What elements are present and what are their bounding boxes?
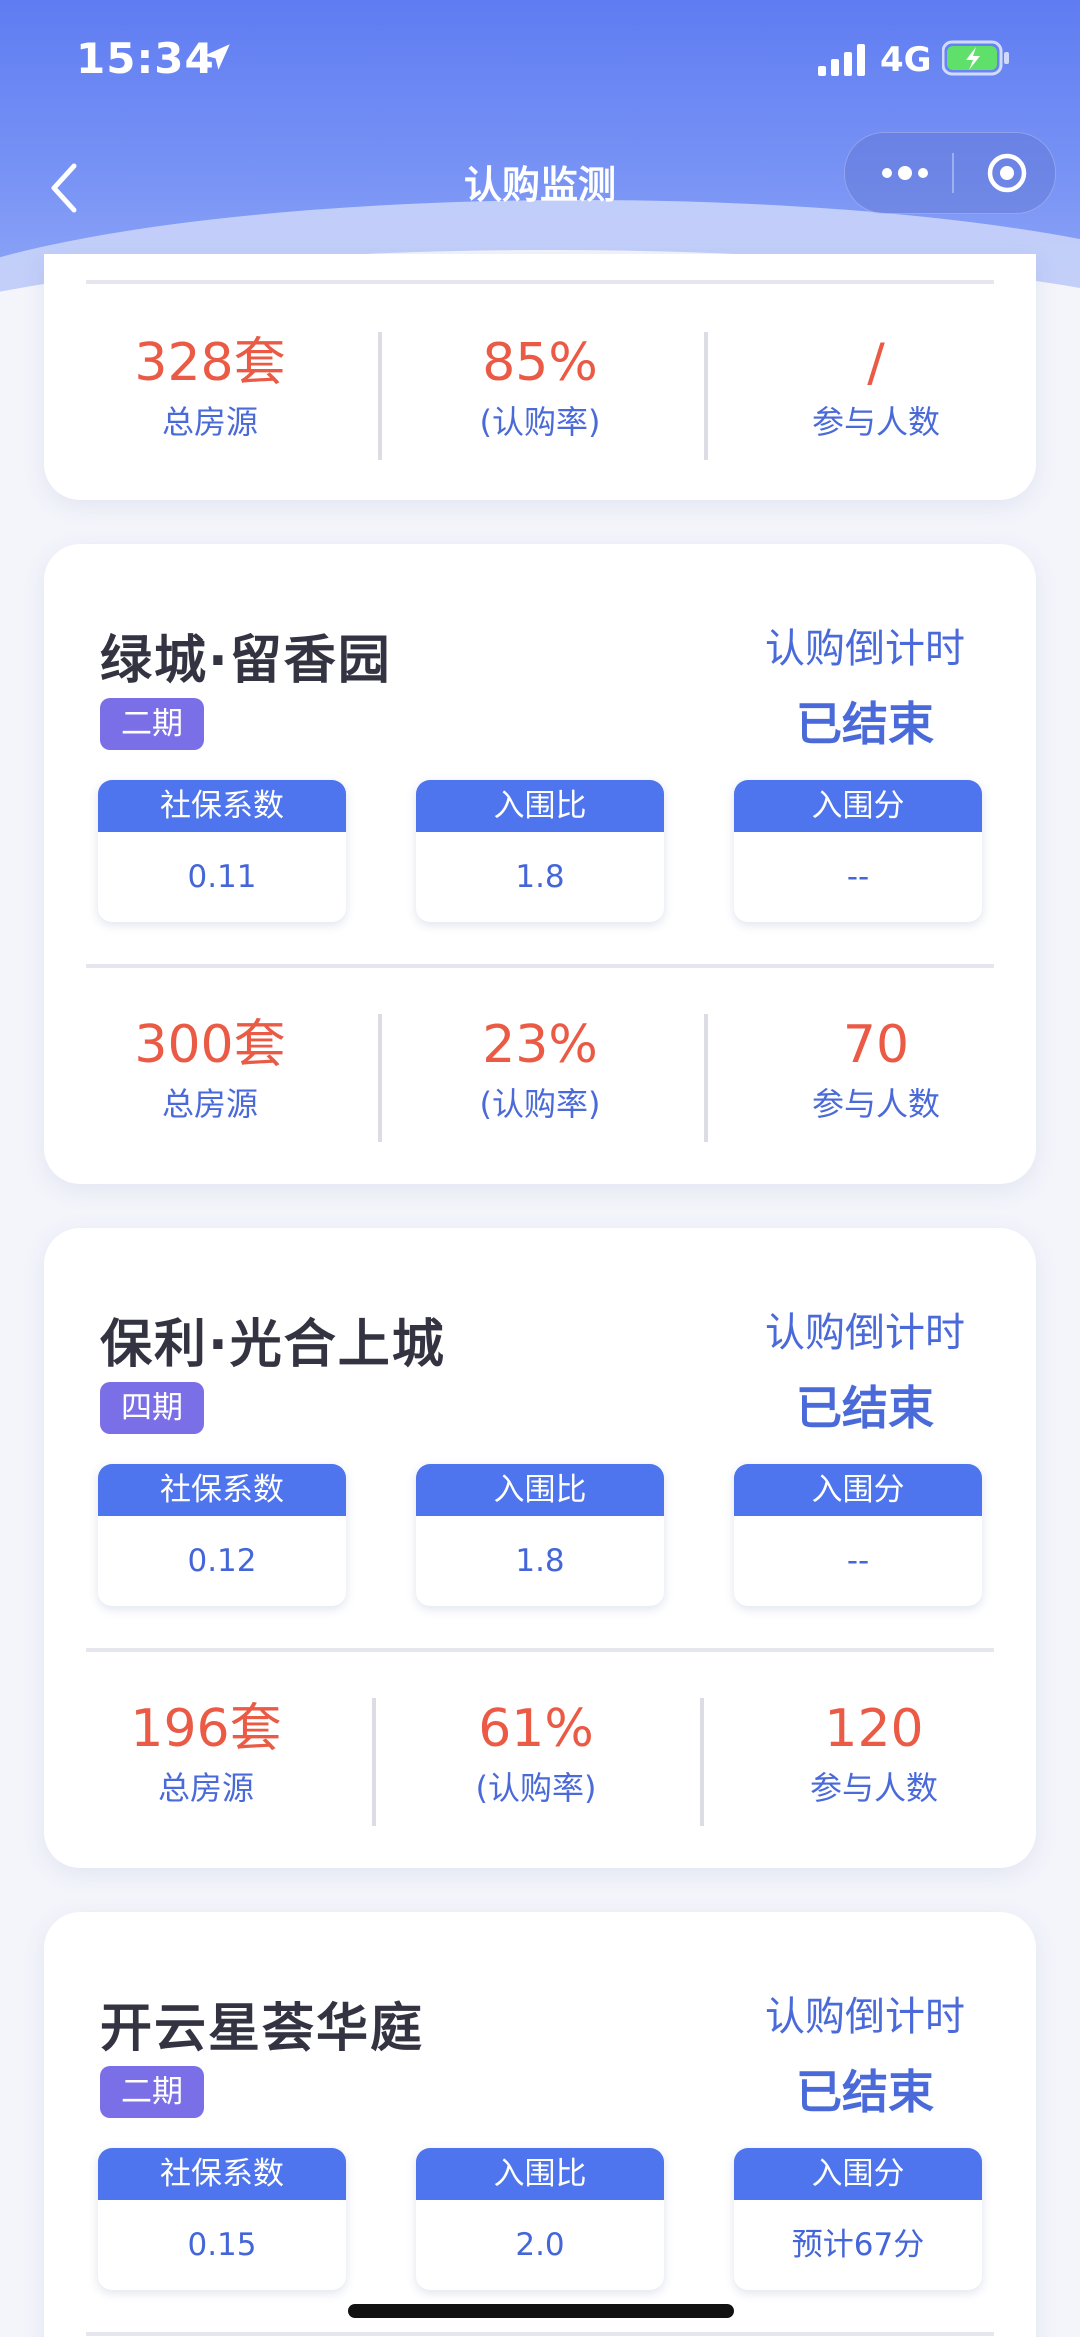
- stat-value: 328套: [134, 333, 286, 393]
- stat-value: 85%: [482, 333, 598, 393]
- card-divider: [86, 964, 994, 968]
- stat-label: (认购率): [479, 403, 601, 441]
- metric-shortlist-ratio: 入围比 1.8: [416, 780, 664, 922]
- metric-value: 1.8: [515, 859, 565, 895]
- stat-value: 120: [824, 1699, 924, 1759]
- metric-shortlist-score: 入围分 --: [734, 1464, 982, 1606]
- stat-participants: 70 参与人数: [736, 1014, 1016, 1128]
- metric-social-security-coef: 社保系数 0.11: [98, 780, 346, 922]
- stat-label: 总房源: [161, 1085, 258, 1123]
- metric-value: --: [846, 859, 870, 895]
- metric-label: 入围分: [734, 780, 982, 832]
- project-name: 绿城·留香园: [100, 631, 392, 691]
- metric-value: 0.11: [187, 859, 257, 895]
- status-bar: 15:34 4G: [0, 0, 1080, 125]
- metric-label: 入围比: [416, 1464, 664, 1516]
- stat-separator: [378, 332, 382, 460]
- metric-shortlist-ratio: 入围比 1.8: [416, 1464, 664, 1606]
- stat-label: 总房源: [157, 1769, 254, 1807]
- stat-label: 参与人数: [809, 1769, 938, 1807]
- stat-separator: [704, 332, 708, 460]
- stat-total-units: 328套 总房源: [70, 332, 350, 446]
- stat-separator: [700, 1698, 704, 1826]
- stat-total-units: 300套 总房源: [70, 1014, 350, 1128]
- project-name: 保利·光合上城: [100, 1315, 446, 1375]
- stat-participants: / 参与人数: [736, 332, 1016, 446]
- cellular-signal-icon: [818, 44, 865, 76]
- card-divider: [86, 1648, 994, 1652]
- metric-social-security-coef: 社保系数 0.12: [98, 1464, 346, 1606]
- metric-value: 2.0: [515, 2227, 565, 2263]
- stat-value: 23%: [482, 1015, 598, 1075]
- stat-label: 参与人数: [811, 403, 940, 441]
- status-time: 15:34: [76, 34, 215, 83]
- stat-value: 70: [842, 1015, 910, 1075]
- metric-label: 入围比: [416, 2148, 664, 2200]
- metric-shortlist-score: 入围分 预计67分: [734, 2148, 982, 2290]
- stat-value: 196套: [130, 1699, 282, 1759]
- metric-value: 预计67分: [791, 2227, 925, 2263]
- stat-label: 总房源: [161, 403, 258, 441]
- stat-value: 61%: [478, 1699, 594, 1759]
- stat-separator: [704, 1014, 708, 1142]
- capsule-divider: [952, 153, 954, 193]
- countdown-status: 已结束: [796, 1381, 934, 1435]
- metric-shortlist-score: 入围分 --: [734, 780, 982, 922]
- phase-badge: 四期: [100, 1382, 204, 1434]
- stats-row: 196套 总房源 61% (认购率) 120 参与人数: [44, 1698, 1036, 1828]
- project-card[interactable]: 绿城·留香园 二期 认购倒计时 已结束 社保系数 0.11 入围比 1.8 入围…: [44, 544, 1036, 1184]
- stat-separator: [372, 1698, 376, 1826]
- stat-label: 参与人数: [811, 1085, 940, 1123]
- project-card[interactable]: 开云星荟华庭 二期 认购倒计时 已结束 社保系数 0.15 入围比 2.0 入围…: [44, 1912, 1036, 2337]
- mini-program-capsule: [844, 132, 1056, 214]
- project-card[interactable]: 保利·光合上城 四期 认购倒计时 已结束 社保系数 0.12 入围比 1.8 入…: [44, 1228, 1036, 1868]
- metric-label: 入围比: [416, 780, 664, 832]
- metric-label: 社保系数: [98, 2148, 346, 2200]
- stats-row: 300套 总房源 23% (认购率) 70 参与人数: [44, 1014, 1036, 1144]
- metric-label: 社保系数: [98, 1464, 346, 1516]
- stat-label: (认购率): [475, 1769, 597, 1807]
- metric-value: 0.12: [187, 1543, 257, 1579]
- card-divider: [86, 280, 994, 284]
- countdown-label: 认购倒计时: [765, 626, 965, 672]
- more-dots-icon[interactable]: [875, 155, 935, 191]
- stat-value: /: [867, 333, 885, 393]
- battery-charging-icon: [942, 40, 1009, 76]
- location-arrow-icon: [204, 44, 230, 70]
- metric-social-security-coef: 社保系数 0.15: [98, 2148, 346, 2290]
- stat-label: (认购率): [479, 1085, 601, 1123]
- close-target-icon[interactable]: [985, 151, 1029, 195]
- project-name: 开云星荟华庭: [100, 1999, 425, 2059]
- stat-total-units: 196套 总房源: [66, 1698, 346, 1812]
- nav-bar: 认购监测: [0, 130, 1080, 240]
- page: 15:34 4G 认购监测 328套 总房源 85% (认购率) / 参与人数 …: [0, 0, 1080, 2337]
- network-type: 4G: [880, 40, 932, 80]
- countdown-status: 已结束: [796, 697, 934, 751]
- home-indicator[interactable]: [348, 2304, 734, 2318]
- stat-separator: [378, 1014, 382, 1142]
- metric-value: 0.15: [187, 2227, 257, 2263]
- stat-subscription-rate: 85% (认购率): [400, 332, 680, 446]
- metric-label: 入围分: [734, 2148, 982, 2200]
- stat-subscription-rate: 23% (认购率): [400, 1014, 680, 1128]
- countdown-label: 认购倒计时: [765, 1994, 965, 2040]
- metric-label: 社保系数: [98, 780, 346, 832]
- card-divider: [86, 2332, 994, 2336]
- phase-badge: 二期: [100, 698, 204, 750]
- stat-subscription-rate: 61% (认购率): [396, 1698, 676, 1812]
- countdown-label: 认购倒计时: [765, 1310, 965, 1356]
- metric-value: --: [846, 1543, 870, 1579]
- phase-badge: 二期: [100, 2066, 204, 2118]
- metric-value: 1.8: [515, 1543, 565, 1579]
- metric-shortlist-ratio: 入围比 2.0: [416, 2148, 664, 2290]
- stat-value: 300套: [134, 1015, 286, 1075]
- stats-row: 328套 总房源 85% (认购率) / 参与人数: [44, 332, 1036, 462]
- project-card-partial[interactable]: 328套 总房源 85% (认购率) / 参与人数: [44, 254, 1036, 500]
- stat-participants: 120 参与人数: [734, 1698, 1014, 1812]
- metric-label: 入围分: [734, 1464, 982, 1516]
- countdown-status: 已结束: [796, 2065, 934, 2119]
